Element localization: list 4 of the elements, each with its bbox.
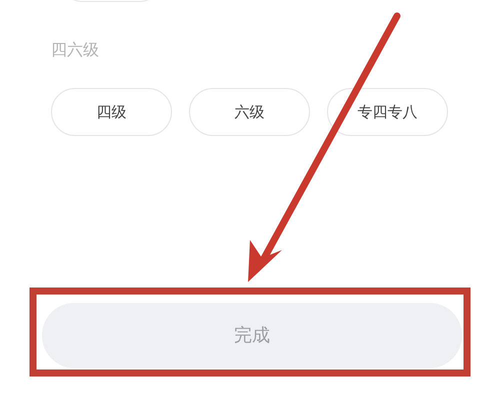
option-button[interactable]: 四级: [51, 88, 172, 136]
option-button[interactable]: 六级: [189, 88, 310, 136]
option-button[interactable]: 专四专八: [327, 88, 448, 136]
section-label: 四六级: [51, 39, 100, 61]
